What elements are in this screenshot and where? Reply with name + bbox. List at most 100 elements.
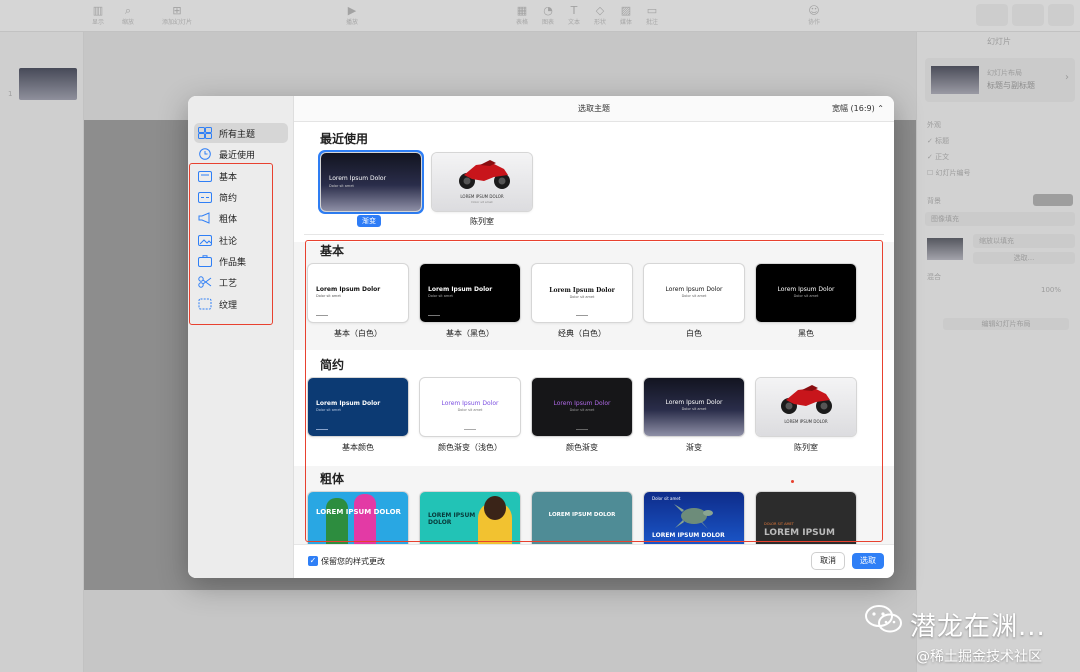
card-title: Lorem Ipsum Dolor <box>665 399 723 406</box>
choose-image-button[interactable]: 选取... <box>973 252 1075 264</box>
title-checkbox[interactable]: ✓ 标题 <box>927 136 949 146</box>
toolbar-media-button[interactable]: ▨ 媒体 <box>612 4 640 26</box>
sidebar-item-bold[interactable]: 粗体 <box>194 208 288 228</box>
craft-scissors-icon <box>198 276 212 288</box>
card-subtitle: Dolor sit amet <box>569 295 595 299</box>
toolbar-collaborate-button[interactable]: ☺ 协作 <box>800 4 828 26</box>
theme-card-bold-teal[interactable]: LOREM IPSUM DOLOR <box>532 492 632 544</box>
cancel-button[interactable]: 取消 <box>812 553 844 569</box>
sidebar-item-texture[interactable]: 纹理 <box>194 294 288 314</box>
slide-navigator: 1 <box>0 32 84 672</box>
recent-clock-icon <box>198 148 212 160</box>
toolbar-chart-button[interactable]: ◔ 图表 <box>534 4 562 26</box>
theme-card-black[interactable]: Lorem Ipsum Dolor Dolor sit amet <box>756 264 856 322</box>
card-subtitle: Dolor sit amet <box>652 496 681 501</box>
card-title: Lorem Ipsum Dolor <box>665 286 723 293</box>
theme-card-showroom-recent[interactable]: LOREM IPSUM DOLOR Dolor sit amet <box>432 153 532 211</box>
theme-label: 基本颜色 <box>342 443 374 452</box>
card-subtitle: Dolor sit amet <box>681 407 707 411</box>
sidebar-item-portfolio[interactable]: 作品集 <box>194 251 288 271</box>
slide-number-checkbox-label: 幻灯片编号 <box>935 169 971 177</box>
card-subtitle: Dolor sit amet <box>471 200 493 204</box>
card-footer-line <box>428 315 440 316</box>
section-title-minimal: 简约 <box>320 358 345 372</box>
theme-card-basic-black[interactable]: Lorem Ipsum Dolor Dolor sit amet <box>420 264 520 322</box>
text-icon: T <box>570 4 578 17</box>
card-title: Lorem Ipsum Dolor <box>553 400 611 407</box>
watermark-title: 潜龙在渊... <box>910 612 1046 642</box>
slide-thumbnail[interactable] <box>19 68 77 100</box>
sidebar-item-basic[interactable]: 基本 <box>194 166 288 186</box>
card-title: LOREM IPSUM DOLOR <box>316 508 401 516</box>
theme-card-bold-people[interactable]: LOREM IPSUM DOLOR <box>308 492 408 544</box>
sidebar-item-recent[interactable]: 最近使用 <box>194 144 288 164</box>
inspector-tab-slide[interactable]: 幻灯片 <box>917 36 1080 47</box>
person-figure <box>354 494 376 544</box>
theme-card-showroom[interactable]: LOREM IPSUM DOLOR <box>756 378 856 436</box>
background-image-well[interactable] <box>927 238 963 260</box>
theme-card-gradient[interactable]: Lorem Ipsum Dolor Dolor sit amet <box>644 378 744 436</box>
add-slide-icon: ⊞ <box>172 4 182 17</box>
background-color-well[interactable] <box>1033 194 1073 206</box>
view-icon: ▥ <box>92 4 104 17</box>
section-title-bold: 粗体 <box>320 472 345 486</box>
aspect-ratio-value: 宽幅 (16:9) <box>832 104 875 113</box>
theme-card-basic-color[interactable]: Lorem Ipsum Dolor Dolor sit amet <box>308 378 408 436</box>
opacity-value[interactable]: 100% <box>1041 286 1061 294</box>
scale-mode-select[interactable]: 缩放以填充 <box>973 234 1075 248</box>
zoom-icon: ⌕ <box>124 4 132 17</box>
keep-style-checkbox[interactable]: ✓ <box>308 556 318 566</box>
sidebar-item-editorial[interactable]: 社论 <box>194 230 288 250</box>
sidebar-label: 社论 <box>219 236 238 247</box>
theme-card-color-gradient[interactable]: Lorem Ipsum Dolor Dolor sit amet <box>532 378 632 436</box>
blend-label: 混合 <box>927 273 941 281</box>
choose-button[interactable]: 选取 <box>852 553 884 569</box>
theme-card-bold-ocean[interactable]: Dolor sit amet LOREM IPSUM DOLOR <box>644 492 744 544</box>
card-title: Lorem Ipsum Dolor <box>549 287 615 294</box>
toolbar-text-button[interactable]: T 文本 <box>560 4 588 26</box>
toolbar-play-button[interactable]: ▶ 播放 <box>338 4 366 26</box>
theme-label: 陈列室 <box>794 443 818 452</box>
theme-card-basic-white[interactable]: Lorem Ipsum Dolor Dolor sit amet <box>308 264 408 322</box>
texture-icon <box>198 298 212 310</box>
body-checkbox[interactable]: ✓ 正文 <box>927 152 949 162</box>
toolbar-shape-button[interactable]: ◇ 形状 <box>586 4 614 26</box>
edit-layout-button[interactable]: 编辑幻灯片布局 <box>943 318 1069 330</box>
choose-theme-dialog: 所有主题 最近使用 基本 简约 粗体 社论 作品集 工艺 纹理 选取主题 宽幅 … <box>188 96 894 578</box>
theme-card-bold-portrait[interactable]: LOREM IPSUM DOLOR <box>420 492 520 544</box>
sidebar-item-craft[interactable]: 工艺 <box>194 272 288 292</box>
layout-value: 标题与副标题 <box>987 81 1035 90</box>
toolbar-animate-button[interactable] <box>1012 4 1044 26</box>
card-footer-line <box>316 315 328 316</box>
card-title: Lorem Ipsum Dolor <box>316 286 381 293</box>
theme-card-bold-dark[interactable]: DOLOR SIT AMET LOREM IPSUM <box>756 492 856 544</box>
toolbar-table-button[interactable]: ▦ 表格 <box>508 4 536 26</box>
appearance-heading: 外观 <box>927 121 941 129</box>
theme-card-gradient-recent[interactable]: Lorem Ipsum Dolor Dolor sit amet <box>321 153 421 211</box>
sidebar-item-minimal[interactable]: 简约 <box>194 187 288 207</box>
theme-card-color-gradient-light[interactable]: Lorem Ipsum Dolor Dolor sit amet <box>420 378 520 436</box>
title-checkbox-label: 标题 <box>935 137 950 145</box>
theme-card-white[interactable]: Lorem Ipsum Dolor Dolor sit amet <box>644 264 744 322</box>
toolbar-view-button[interactable]: ▥ 显示 <box>84 4 112 26</box>
toolbar-document-button[interactable] <box>1048 4 1074 26</box>
all-themes-icon <box>198 127 212 139</box>
sidebar-label: 纹理 <box>219 300 238 311</box>
toolbar-zoom-button[interactable]: ⌕ 缩放 <box>114 4 142 26</box>
card-subtitle: DOLOR SIT AMET <box>764 522 794 526</box>
card-subtitle: Dolor sit amet <box>316 408 341 412</box>
aspect-ratio-select[interactable]: 宽幅 (16:9) ⌃ <box>832 103 884 114</box>
toolbar-comment-button[interactable]: ▭ 批注 <box>638 4 666 26</box>
toolbar-add-slide-button[interactable]: ⊞ 添加幻灯片 <box>150 4 204 26</box>
fill-type-select[interactable]: 图像填充 <box>925 212 1075 226</box>
selected-theme-label: 渐变 <box>357 215 381 227</box>
media-icon: ▨ <box>620 4 632 17</box>
theme-gallery: 最近使用 Lorem Ipsum Dolor Dolor sit amet 渐变… <box>294 122 894 544</box>
theme-card-classic-white[interactable]: Lorem Ipsum Dolor Dolor sit amet <box>532 264 632 322</box>
sidebar-item-all-themes[interactable]: 所有主题 <box>194 123 288 143</box>
slide-layout-picker[interactable]: 幻灯片布局 标题与副标题 › <box>925 58 1075 102</box>
toolbar-format-button[interactable] <box>976 4 1008 26</box>
card-title: Lorem Ipsum Dolor <box>316 400 381 407</box>
sidebar-label: 粗体 <box>219 214 238 225</box>
slide-number-checkbox[interactable]: ☐ 幻灯片编号 <box>927 168 971 178</box>
